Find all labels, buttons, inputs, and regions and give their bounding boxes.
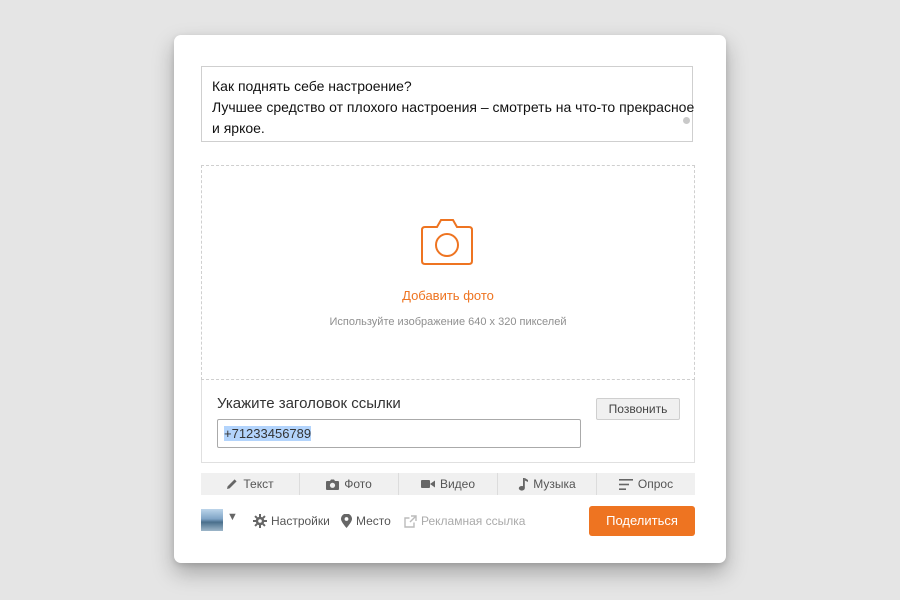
settings-label: Настройки [271, 514, 330, 528]
post-text-area[interactable]: Как поднять себе настроение? Лучшее сред… [201, 66, 695, 142]
photo-upload-zone[interactable]: Добавить фото Используйте изображение 64… [201, 165, 695, 380]
tab-video[interactable]: Видео [398, 473, 497, 495]
tab-music-label: Музыка [533, 477, 576, 491]
textarea-scroll-handle[interactable] [683, 117, 690, 124]
ad-link-button[interactable]: Рекламная ссылка [404, 506, 525, 536]
external-link-icon [404, 514, 417, 528]
tab-video-label: Видео [439, 477, 476, 491]
share-button[interactable]: Поделиться [589, 506, 695, 536]
place-button[interactable]: Место [341, 506, 391, 536]
post-editor-card: Как поднять себе настроение? Лучшее сред… [174, 35, 726, 563]
poll-icon [618, 478, 633, 490]
call-button[interactable]: Позвонить [596, 398, 680, 420]
music-note-icon [519, 477, 529, 491]
camera-icon [326, 479, 340, 490]
post-text-line-2: Лучшее средство от плохого настроения – … [212, 99, 695, 115]
avatar[interactable] [201, 509, 223, 531]
link-settings: Укажите заголовок ссылки +71233456789 По… [201, 380, 695, 463]
tab-text-label: Текст [243, 477, 274, 491]
ad-link-label: Рекламная ссылка [421, 514, 526, 528]
map-pin-icon [341, 514, 352, 528]
link-title-value: +71233456789 [224, 426, 312, 441]
link-title-label: Укажите заголовок ссылки [217, 395, 401, 412]
tab-photo-label: Фото [344, 477, 372, 491]
tab-photo[interactable]: Фото [299, 473, 398, 495]
add-photo-link[interactable]: Добавить фото [202, 288, 694, 303]
post-text-line-1: Как поднять себе настроение? [212, 78, 412, 94]
tab-poll[interactable]: Опрос [596, 473, 695, 495]
tab-music[interactable]: Музыка [497, 473, 596, 495]
pencil-icon [227, 479, 237, 489]
post-editor-body: Как поднять себе настроение? Лучшее сред… [181, 42, 719, 556]
tab-poll-label: Опрос [637, 477, 674, 491]
camera-icon [421, 219, 473, 265]
content-type-tabs: Текст Фото Видео Музыка Опрос [201, 473, 695, 495]
image-size-hint: Используйте изображение 640 x 320 пиксел… [329, 316, 567, 328]
tab-text[interactable]: Текст [201, 473, 299, 495]
link-title-input[interactable]: +71233456789 [217, 419, 581, 448]
place-label: Место [356, 514, 391, 528]
settings-button[interactable]: Настройки [253, 506, 330, 536]
post-footer: ▼ Настройки Место Рекламная ссылка Подел… [201, 506, 695, 536]
post-text-line-3: и яркое. [212, 120, 265, 136]
gear-icon [253, 514, 267, 528]
video-icon [420, 480, 435, 488]
chevron-down-icon[interactable]: ▼ [227, 511, 238, 523]
